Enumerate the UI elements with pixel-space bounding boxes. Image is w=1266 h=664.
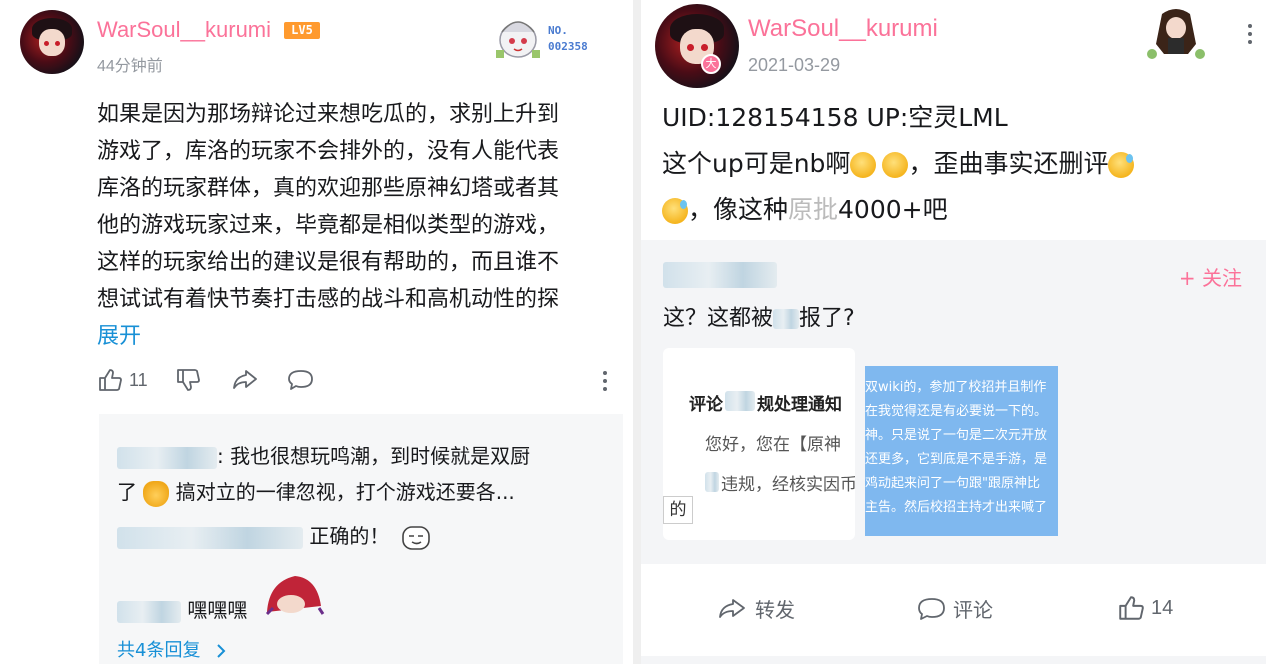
post-body: UID:128154158 UP:空灵LML 这个up可是nb啊 ，歪曲事实还删评… [662, 95, 1135, 233]
yawn-emoji-icon [882, 152, 909, 178]
comment-button[interactable]: 评论 [917, 594, 993, 623]
blurred-word [705, 472, 719, 492]
notice-title: 规处理通知 [757, 395, 842, 415]
image-thumbnail-text[interactable]: 双wiki的，参加了校招并且制作 在我觉得还是有必要说一下的。 神。只是说了一句… [865, 366, 1058, 536]
reply-item[interactable]: 嘿嘿嘿 [117, 594, 247, 623]
level-badge: LV5 [284, 22, 320, 39]
comment-time: 44分钟前 [97, 58, 163, 75]
thumbs-down-icon [177, 369, 200, 391]
share-button[interactable] [231, 367, 259, 393]
vip-badge: 大 [701, 54, 721, 74]
comment-bubble-icon [918, 597, 945, 620]
character-sticker-icon [1147, 9, 1205, 59]
post-line: ，像这种原批4000+吧 [662, 187, 1134, 233]
repost-button[interactable]: 转发 [717, 594, 795, 623]
reposted-content[interactable]: + 关注 这？这都被 报了? 评论 规处理通知 您好，您在【原神 违规，经核实因币… [641, 240, 1266, 564]
reply-text: 正确的！ [309, 524, 390, 548]
thumbs-up-icon [99, 369, 122, 391]
more-options-icon[interactable] [602, 371, 608, 391]
character-sticker-icon [496, 21, 540, 58]
like-count: 11 [129, 369, 148, 390]
panel-divider [633, 0, 641, 664]
dislike-button[interactable] [175, 367, 201, 393]
fan-badge: NO. 002358 [492, 10, 602, 60]
reply-item[interactable]: : 我也很想玩鸣潮，到时候就是双厨 [117, 440, 530, 469]
obscured-word: 原批 [788, 195, 839, 224]
follow-button[interactable]: + 关注 [1179, 262, 1242, 291]
share-arrow-icon [233, 370, 257, 389]
blurred-username [117, 526, 303, 549]
reply-text: 了 [117, 480, 137, 504]
cat-emoji-icon [143, 480, 170, 507]
comment-bubble-icon [288, 370, 313, 390]
comment-line: 这样的玩家给出的建议是很有帮助的，而且谁不 [97, 250, 560, 275]
view-more-replies-link[interactable]: 共4条回复 [117, 636, 228, 662]
right-post-panel: 大 WarSoul__kurumi 2021-03-29 UID:1281541… [641, 0, 1266, 664]
notice-line: 的 [663, 496, 693, 524]
sweat-smile-emoji-icon [662, 198, 688, 224]
blurred-username [117, 600, 181, 623]
username[interactable]: WarSoul__kurumi [97, 17, 271, 43]
comment-line: 库洛的玩家群体，真的欢迎那些原神幻塔或者其 [97, 176, 560, 201]
blurred-word [773, 309, 800, 329]
more-options-icon[interactable] [1247, 24, 1253, 44]
like-count: 14 [1151, 596, 1174, 619]
expand-link[interactable]: 展开 [97, 318, 141, 350]
reply-item-continued: 了 搞对立的一律忽视，打个游戏还要各... [117, 476, 515, 507]
blurred-word [725, 391, 755, 411]
yawn-emoji-icon [850, 152, 877, 178]
chevron-right-icon [217, 644, 226, 658]
comment-body: 如果是因为那场辩论过来想吃瓜的，求别上升到 游戏了，库洛的玩家不会排外的，没有人… [97, 96, 559, 318]
left-comment-panel: WarSoul__kurumi LV5 44分钟前 NO. 002358 如果是… [0, 0, 633, 664]
repost-text: 这？这都被 报了? [663, 306, 855, 331]
share-arrow-icon [719, 598, 745, 618]
user-avatar[interactable] [20, 10, 84, 74]
fan-badge-label: NO. [548, 24, 568, 37]
notice-title: 评论 [689, 395, 723, 415]
like-button[interactable]: 14 [1117, 594, 1173, 622]
reply-item[interactable]: 正确的！ [117, 520, 434, 553]
sweat-smile-emoji-icon [1108, 152, 1135, 178]
notice-line: 您好，您在【原神 [705, 435, 841, 455]
fan-badge-number: 002358 [548, 40, 588, 53]
blurred-username [117, 446, 217, 469]
reply-text: 搞对立的一律忽视，打个游戏还要各... [175, 480, 515, 504]
thumbs-up-icon [1119, 596, 1144, 620]
post-action-bar: 转发 评论 14 [641, 564, 1266, 664]
like-button[interactable]: 11 [97, 367, 148, 393]
reply-button[interactable] [287, 367, 315, 393]
image-thumbnail-notice[interactable]: 评论 规处理通知 您好，您在【原神 违规，经核实因币 的 [663, 348, 855, 540]
reply-text: 嘿嘿嘿 [187, 598, 248, 622]
post-line: UID:128154158 UP:空灵LML [662, 103, 1008, 132]
post-date: 2021-03-29 [748, 55, 841, 75]
blurred-username [663, 262, 777, 288]
comment-line: 想试试有着快节奏打击感的战斗和高机动性的探 [97, 287, 560, 312]
bottom-divider [641, 656, 1266, 664]
doodle-face-icon [401, 525, 430, 550]
replies-box: : 我也很想玩鸣潮，到时候就是双厨 了 搞对立的一律忽视，打个游戏还要各... … [99, 414, 623, 664]
sticker-character-icon [265, 576, 325, 616]
post-line: 这个up可是nb啊 ，歪曲事实还删评 [662, 141, 1135, 187]
comment-line: 如果是因为那场辩论过来想吃瓜的，求别上升到 [97, 102, 560, 127]
user-avatar[interactable] [655, 4, 739, 88]
username[interactable]: WarSoul__kurumi [748, 15, 938, 43]
notice-line: 违规，经核实因币 [721, 475, 855, 495]
reply-text: : 我也很想玩鸣潮，到时候就是双厨 [217, 444, 531, 468]
comment-line: 他的游戏玩家过来，毕竟都是相似类型的游戏， [97, 213, 560, 238]
comment-line: 游戏了，库洛的玩家不会排外的，没有人能代表 [97, 139, 560, 164]
